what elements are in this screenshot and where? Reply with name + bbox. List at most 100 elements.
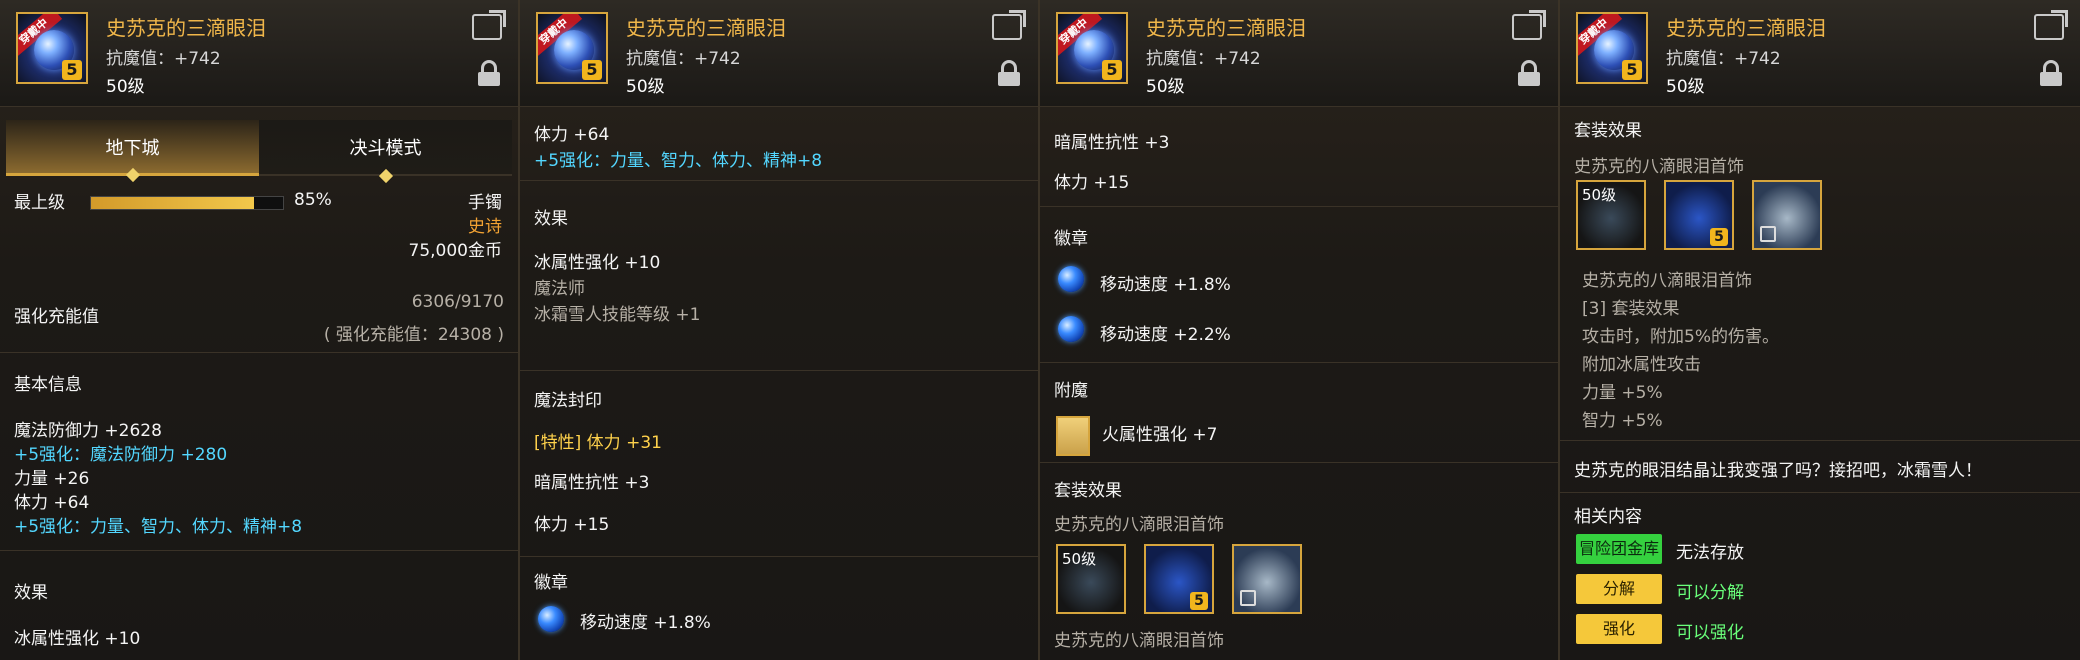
badge-orb-icon (1058, 316, 1084, 342)
tooltip-panel-4: 穿戴中 5 史苏克的三滴眼泪 抗魔值：+742 50级 套装效果 史苏克的八滴眼… (1560, 0, 2080, 660)
set-item-slot[interactable]: 50级 (1056, 544, 1126, 614)
diamond-icon (378, 168, 393, 184)
tab-dungeon[interactable]: 地下城 (6, 120, 259, 183)
enchant-line: 火属性强化 +7 (1102, 425, 1218, 445)
tooltip-panel-1: 穿戴中 5 史苏克的三滴眼泪 抗魔值：+742 50级 地下城 决斗模式 最上级… (0, 0, 520, 660)
effect-line: 魔法师 (534, 279, 585, 299)
item-title: 史苏克的三滴眼泪 (1146, 16, 1306, 40)
tooltip-header: 穿戴中 5 史苏克的三滴眼泪 抗魔值：+742 50级 (520, 0, 1038, 107)
effect-line: 冰属性强化 +10 (534, 253, 661, 273)
item-level: 50级 (1146, 77, 1185, 97)
badge-line: 移动速度 +1.8% (580, 613, 711, 633)
mini-lock-icon (1240, 590, 1256, 606)
set-line: [3] 套装效果 (1582, 299, 1680, 319)
item-price: 75,000金币 (408, 241, 502, 261)
tooltip-content: 地下城 决斗模式 最上级 85% 手镯 史诗 75,000金币 强化充能值 63… (0, 106, 518, 660)
badge-line: 移动速度 +2.2% (1100, 325, 1231, 345)
item-resist: 抗魔值：+742 (1666, 49, 1781, 69)
item-icon[interactable]: 穿戴中 5 (1576, 12, 1648, 84)
enchant-card-icon (1056, 416, 1090, 456)
tooltip-content: 体力 +64 +5强化：力量、智力、体力、精神+8 效果 冰属性强化 +10 魔… (520, 106, 1038, 660)
badge-orb-icon (1058, 266, 1084, 292)
lock-icon[interactable] (998, 60, 1020, 86)
set-line: 智力 +5% (1582, 411, 1663, 431)
item-rarity: 史诗 (468, 217, 502, 237)
tooltip-header: 穿戴中 5 史苏克的三滴眼泪 抗魔值：+742 50级 (0, 0, 518, 107)
tooltip-header: 穿戴中 5 史苏克的三滴眼泪 抗魔值：+742 50级 (1560, 0, 2080, 107)
share-icon[interactable] (992, 14, 1022, 40)
set-item-slot[interactable]: 5 (1664, 180, 1734, 250)
set-item-slot[interactable]: 50级 (1576, 180, 1646, 250)
item-icon[interactable]: 穿戴中 5 (16, 12, 88, 84)
charge-value: 6306/9170 (411, 292, 504, 312)
tab-duel-label: 决斗模式 (349, 138, 422, 159)
upgrade-5-icon: 5 (62, 60, 82, 80)
set-item-slot[interactable] (1752, 180, 1822, 250)
item-resist: 抗魔值：+742 (106, 49, 221, 69)
tooltip-panel-3: 穿戴中 5 史苏克的三滴眼泪 抗魔值：+742 50级 暗属性抗性 +3 体力 … (1040, 0, 1560, 660)
item-title: 史苏克的三滴眼泪 (1666, 16, 1826, 40)
set-item-slot[interactable]: 5 (1144, 544, 1214, 614)
effect-line: 冰属性强化 +10 (14, 629, 141, 649)
lock-icon[interactable] (1518, 60, 1540, 86)
stat-line: +5强化：力量、智力、体力、精神+8 (14, 517, 303, 537)
tab-duel[interactable]: 决斗模式 (259, 120, 512, 184)
tooltip-content: 暗属性抗性 +3 体力 +15 徽章 移动速度 +1.8% 移动速度 +2.2%… (1040, 106, 1558, 660)
related-desc: 可以分解 (1676, 583, 1744, 603)
upgrade-5-icon: 5 (1102, 60, 1122, 80)
upgrade-5-icon: 5 (1190, 592, 1208, 610)
divider (520, 556, 1038, 557)
item-level: 50级 (106, 77, 145, 97)
tooltip-header: 穿戴中 5 史苏克的三滴眼泪 抗魔值：+742 50级 (1040, 0, 1558, 107)
lock-icon[interactable] (478, 60, 500, 86)
item-icon[interactable]: 穿戴中 5 (1056, 12, 1128, 84)
tooltip-panel-2: 穿戴中 5 史苏克的三滴眼泪 抗魔值：+742 50级 体力 +64 +5强化：… (520, 0, 1040, 660)
tooltip-content: 套装效果 史苏克的八滴眼泪首饰 50级 5 史苏克的八滴眼泪首饰 [3] 套装效… (1560, 106, 2080, 660)
stat-line: 暗属性抗性 +3 (1054, 133, 1170, 153)
grade-progress-fill (91, 197, 255, 209)
button-adventure-vault[interactable]: 冒险团金库 (1576, 534, 1662, 564)
mode-tabs: 地下城 决斗模式 (6, 120, 512, 184)
set-line: 力量 +5% (1582, 383, 1663, 403)
set-item-slot[interactable] (1232, 544, 1302, 614)
lock-icon[interactable] (2040, 60, 2062, 86)
seal-line: 体力 +15 (534, 515, 610, 535)
divider (1560, 492, 2080, 493)
upgrade-5-icon: 5 (582, 60, 602, 80)
stat-line: +5强化：力量、智力、体力、精神+8 (534, 151, 823, 171)
upgrade-5-icon: 5 (1710, 228, 1728, 246)
seal-line: [特性] 体力 +31 (534, 433, 662, 453)
divider (520, 370, 1038, 371)
seal-line: 暗属性抗性 +3 (534, 473, 650, 493)
badge-orb-icon (538, 606, 564, 632)
quote-text: 史苏克的眼泪结晶让我变强了吗？接招吧，冰霜雪人！ (1574, 461, 1982, 481)
button-disassemble[interactable]: 分解 (1576, 574, 1662, 604)
mini-lock-icon (1760, 226, 1776, 242)
related-desc: 可以强化 (1676, 623, 1744, 643)
divider (1040, 206, 1558, 207)
set-name: 史苏克的八滴眼泪首饰 (1054, 515, 1224, 535)
item-title: 史苏克的三滴眼泪 (106, 16, 266, 40)
set-line: 附加冰属性攻击 (1582, 355, 1701, 375)
set-title: 套装效果 (1054, 481, 1122, 501)
item-resist: 抗魔值：+742 (1146, 49, 1261, 69)
set-item-level: 50级 (1582, 186, 1617, 204)
item-level: 50级 (1666, 77, 1705, 97)
share-icon[interactable] (472, 14, 502, 40)
related-title: 相关内容 (1574, 507, 1642, 527)
divider (520, 180, 1038, 181)
item-icon[interactable]: 穿戴中 5 (536, 12, 608, 84)
upgrade-5-icon: 5 (1622, 60, 1642, 80)
share-icon[interactable] (1512, 14, 1542, 40)
enchant-title: 附魔 (1054, 381, 1088, 401)
set-line: 史苏克的八滴眼泪首饰 (1582, 271, 1752, 291)
charge-sub: ( 强化充能值：24308 ) (323, 325, 504, 345)
item-type-text: 手镯 (468, 193, 502, 213)
basic-title: 基本信息 (14, 375, 82, 395)
divider (1040, 462, 1558, 463)
button-enhance[interactable]: 强化 (1576, 614, 1662, 644)
grade-progress (90, 196, 284, 210)
divider (1040, 362, 1558, 363)
stat-line: 体力 +64 (534, 125, 610, 145)
share-icon[interactable] (2034, 14, 2064, 40)
